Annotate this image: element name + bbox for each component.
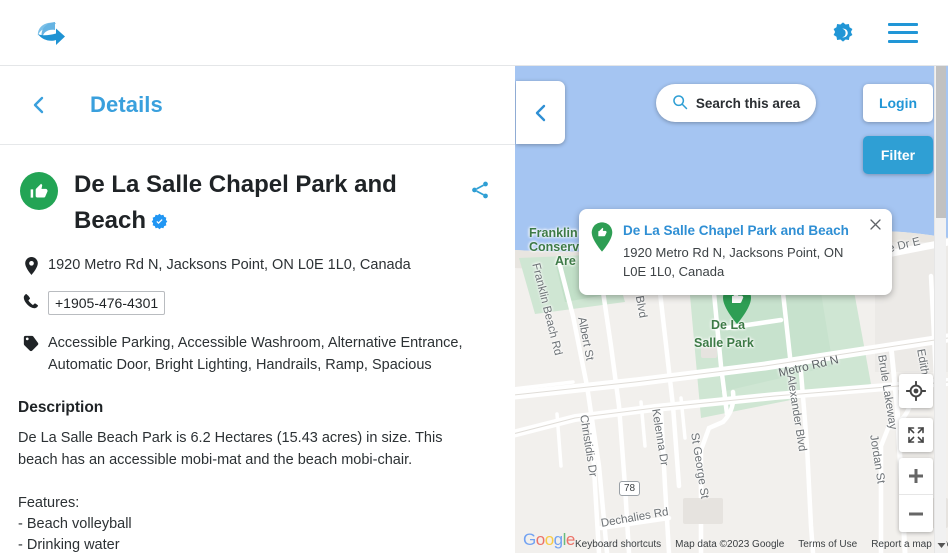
features-list: Features: - Beach volleyball - Drinking … [18,493,491,553]
share-icon[interactable] [469,179,491,206]
app-root: Details De La Salle Chapel Park and Beac… [0,0,948,553]
map-pin-icon [18,255,44,275]
details-panel: Details De La Salle Chapel Park and Beac… [0,66,515,553]
address-row: 1920 Metro Rd N, Jacksons Point, ON L0E … [18,255,491,276]
description-text: De La Salle Beach Park is 6.2 Hectares (… [18,430,443,468]
scrollbar-thumb[interactable] [936,66,946,218]
list-item: - Beach volleyball [18,516,132,532]
address-text: 1920 Metro Rd N, Jacksons Point, ON L0E … [48,257,411,273]
google-logo: Google [523,530,575,549]
login-button[interactable]: Login [863,84,933,122]
search-this-area-button[interactable]: Search this area [656,84,816,122]
features-heading: Features: [18,495,80,511]
phone-icon [18,291,44,309]
verified-badge-icon [151,205,168,241]
route-shield-78: 78 [619,481,641,496]
map-collapse-panel-button[interactable] [516,81,565,144]
map-canvas[interactable]: Franklin Conserv Are De La Salle Park Ki… [515,66,948,553]
place-title-row: De La Salle Chapel Park and Beach [18,167,491,241]
phone-row: +1905-476-4301 [18,291,491,315]
search-icon [672,94,688,113]
filter-button[interactable]: Filter [863,136,933,174]
details-panel-header: Details [0,66,515,145]
my-location-icon[interactable] [899,374,933,408]
description-heading: Description [18,399,104,416]
search-this-area-label: Search this area [695,95,801,111]
tags-row: Accessible Parking, Accessible Washroom,… [18,332,491,376]
brightness-moon-icon[interactable] [826,16,860,50]
thumbs-up-icon [20,172,58,210]
place-name: De La Salle Chapel Park and Beach [74,167,404,241]
details-scrollbar[interactable] [934,66,946,553]
infowindow-address: 1920 Metro Rd N, Jacksons Point, ON L0E … [623,245,844,279]
tag-icon [18,332,44,352]
chevron-left-icon[interactable] [24,90,54,120]
thumbs-up-map-pin-icon [591,221,615,257]
map-infowindow: De La Salle Chapel Park and Beach 1920 M… [579,209,892,295]
minus-icon[interactable] [899,495,933,532]
close-icon[interactable] [866,215,884,233]
hamburger-bars [888,22,918,43]
fullscreen-icon[interactable] [899,418,933,452]
details-panel-body: De La Salle Chapel Park and Beach 1920 M… [0,167,515,553]
infowindow-title[interactable]: De La Salle Chapel Park and Beach [623,221,855,240]
scroll-down-arrow-icon[interactable] [935,539,947,551]
zoom-controls [899,458,933,532]
phone-number[interactable]: +1905-476-4301 [48,291,166,315]
place-name-text: De La Salle Chapel Park and Beach [74,171,397,234]
top-navbar [0,0,948,66]
list-item: - Drinking water [18,537,120,553]
swoosh-arrow-logo[interactable] [22,7,74,59]
plus-icon[interactable] [899,458,933,495]
topbar-actions [826,16,920,50]
tags-text: Accessible Parking, Accessible Washroom,… [48,335,463,373]
page-title: Details [90,92,163,117]
hamburger-menu-icon[interactable] [886,16,920,50]
